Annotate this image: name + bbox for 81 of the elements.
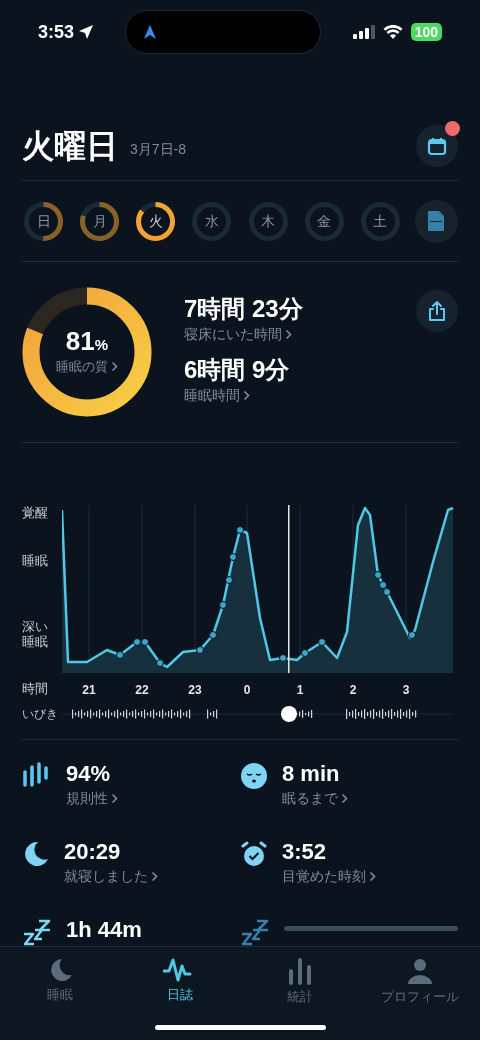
graph-point	[279, 654, 287, 662]
x-tick-label: 3	[402, 682, 410, 699]
chevron-icon	[341, 793, 348, 804]
tab-button[interactable]: 日誌	[125, 957, 235, 1005]
y-axis-label: 睡眠	[22, 553, 49, 568]
metric-value: 8 min	[282, 760, 341, 788]
metric-link[interactable]: 目覚めた時刻	[282, 866, 458, 887]
day-button[interactable]: 水	[190, 199, 234, 243]
date-range: 3月7日-8	[130, 140, 187, 159]
graph-point	[374, 571, 382, 579]
tab-button[interactable]: プロフィール	[365, 957, 475, 1007]
metric-value: 94%	[66, 760, 112, 788]
tab-button[interactable]: 睡眠	[5, 957, 115, 1005]
day-button[interactable]: 火	[134, 199, 178, 243]
metric-value: 1h 44m	[66, 916, 143, 944]
day-title: 火曜日	[22, 130, 118, 162]
x-tick-label: 23	[188, 682, 202, 699]
chevron-icon	[285, 329, 292, 340]
y-axis-label: 覚醒	[22, 505, 49, 520]
graph-point	[318, 638, 326, 646]
y-axis-label: 深い睡眠	[22, 619, 49, 649]
battery-level: 100	[410, 23, 442, 41]
graph-point	[116, 651, 124, 659]
metric-value: 3:52	[282, 838, 328, 866]
graph-point	[236, 526, 244, 534]
graph-point	[301, 649, 309, 657]
metric-value: 20:29	[64, 838, 122, 866]
snore-label: いびき	[22, 706, 59, 723]
day-button[interactable]: 土	[358, 199, 402, 243]
graph-point	[225, 576, 233, 584]
graph-point	[229, 553, 237, 561]
navigation-arrow-icon	[142, 24, 159, 40]
chevron-icon	[369, 871, 376, 882]
x-tick-label: 21	[82, 682, 96, 699]
metric-link[interactable]: 規則性	[66, 788, 240, 809]
x-tick-label: 22	[135, 682, 149, 699]
person-icon	[407, 957, 433, 985]
signal-icon	[352, 25, 375, 39]
metric-link[interactable]: 就寝しました	[64, 866, 240, 887]
duration-link[interactable]: 睡眠時間	[184, 385, 416, 406]
day-button[interactable]: 日	[22, 199, 65, 243]
duration-link[interactable]: 寝床にいた時間	[184, 324, 416, 345]
duration-value: 7時間 23分	[184, 294, 304, 324]
x-tick-label: 2	[349, 682, 357, 699]
document-icon	[427, 210, 446, 232]
zzz-icon	[22, 918, 52, 946]
metric-link[interactable]: 眠るまで	[282, 788, 458, 809]
graph-point	[196, 646, 204, 654]
graph-point	[156, 659, 164, 667]
graph-point	[219, 601, 227, 609]
location-arrow-icon	[78, 24, 95, 40]
percent-sign: %	[94, 336, 109, 355]
x-tick-label: 0	[243, 682, 251, 699]
x-axis-label: 時間	[22, 680, 49, 699]
graph-point	[209, 631, 217, 639]
bar-chart-icon	[287, 957, 313, 985]
share-button[interactable]	[416, 290, 458, 332]
report-button[interactable]	[415, 199, 458, 243]
graph-point	[408, 631, 416, 639]
wifi-icon	[382, 25, 403, 39]
tab-button[interactable]: 統計	[245, 957, 355, 1007]
x-tick-label: 1	[296, 682, 304, 699]
chevron-icon	[111, 793, 118, 804]
day-button[interactable]: 金	[302, 199, 346, 243]
quality-link[interactable]: 睡眠の質	[56, 356, 118, 376]
quality-score: 81	[65, 328, 95, 354]
cursor-line[interactable]	[288, 505, 290, 673]
zzz-icon	[240, 918, 270, 946]
moon-icon	[22, 840, 50, 868]
chevron-icon	[111, 360, 118, 372]
playhead-handle[interactable]	[281, 706, 297, 722]
calendar-icon	[427, 136, 447, 156]
sleepy-face-icon	[240, 762, 268, 790]
chevron-icon	[243, 390, 250, 401]
status-time: 3:53	[38, 20, 75, 44]
day-button[interactable]: 月	[78, 199, 122, 243]
chevron-icon	[151, 871, 158, 882]
share-icon	[427, 300, 447, 322]
duration-value: 6時間 9分	[184, 355, 291, 385]
alarm-clock-icon	[240, 840, 268, 868]
day-button[interactable]: 木	[246, 199, 290, 243]
